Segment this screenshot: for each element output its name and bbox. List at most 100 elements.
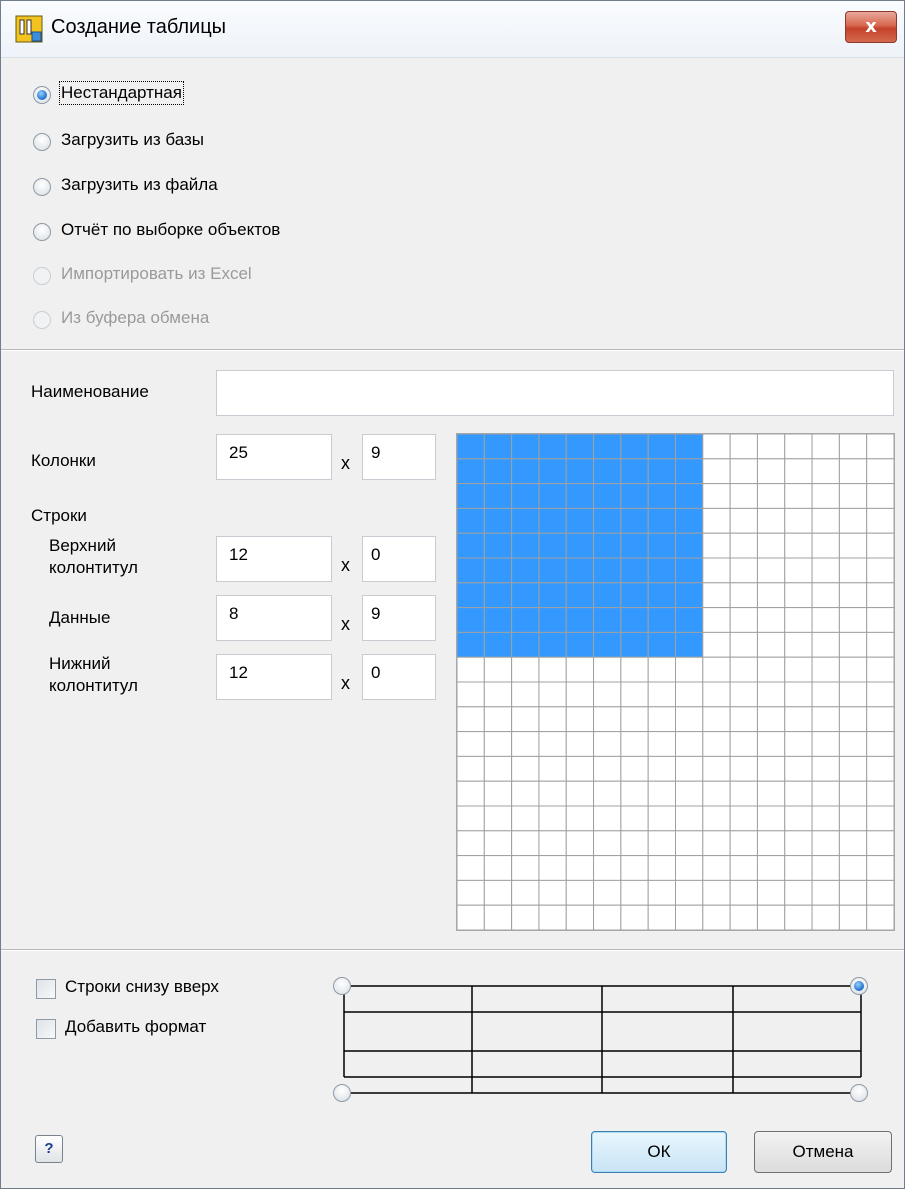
grid-cell[interactable] [457, 731, 485, 757]
grid-cell[interactable] [511, 805, 540, 832]
grid-cell-selected[interactable] [647, 631, 677, 658]
grid-cell[interactable] [483, 706, 513, 733]
grid-cell[interactable] [702, 507, 731, 534]
grid-cell[interactable] [838, 731, 868, 757]
grid-cell[interactable] [483, 855, 513, 881]
grid-cell-selected[interactable] [457, 532, 485, 559]
grid-cell[interactable] [702, 755, 731, 782]
grid-cell-selected[interactable] [457, 458, 485, 485]
corner-radio-top-right[interactable] [850, 977, 868, 995]
grid-cell[interactable] [838, 631, 868, 658]
grid-cell[interactable] [565, 855, 595, 881]
grid-cell[interactable] [784, 582, 813, 609]
grid-cell[interactable] [729, 731, 758, 757]
grid-cell[interactable] [457, 830, 485, 857]
grid-cell[interactable] [620, 755, 649, 782]
grid-cell-selected[interactable] [483, 507, 513, 534]
cancel-button[interactable]: Отмена [754, 1131, 892, 1173]
grid-cell[interactable] [811, 483, 840, 509]
grid-cell[interactable] [838, 582, 868, 609]
grid-cell[interactable] [620, 805, 649, 832]
grid-cell-selected[interactable] [565, 582, 595, 609]
grid-cell[interactable] [593, 830, 622, 857]
grid-cell[interactable] [756, 656, 786, 683]
grid-cell-selected[interactable] [511, 483, 540, 509]
grid-cell[interactable] [647, 706, 677, 733]
grid-cell[interactable] [866, 780, 894, 807]
grid-cell[interactable] [866, 483, 894, 509]
grid-cell[interactable] [811, 582, 840, 609]
grid-cell[interactable] [756, 830, 786, 857]
grid-cell-selected[interactable] [457, 557, 485, 584]
grid-cell[interactable] [593, 656, 622, 683]
grid-cell[interactable] [702, 532, 731, 559]
grid-cell-selected[interactable] [538, 434, 567, 460]
grid-cell[interactable] [620, 855, 649, 881]
grid-cell[interactable] [784, 805, 813, 832]
grid-cell[interactable] [838, 656, 868, 683]
grid-cell[interactable] [866, 434, 894, 460]
grid-cell[interactable] [647, 904, 677, 930]
grid-cell[interactable] [838, 507, 868, 534]
radio-load-from-base-label[interactable]: Загрузить из базы [61, 130, 204, 150]
grid-cell[interactable] [811, 904, 840, 930]
grid-cell-selected[interactable] [457, 631, 485, 658]
name-input[interactable] [216, 370, 894, 416]
grid-cell-selected[interactable] [511, 557, 540, 584]
grid-cell[interactable] [866, 607, 894, 633]
grid-cell[interactable] [565, 805, 595, 832]
grid-cell-selected[interactable] [675, 582, 704, 609]
grid-cell-selected[interactable] [565, 483, 595, 509]
grid-cell-selected[interactable] [620, 532, 649, 559]
grid-cell-selected[interactable] [483, 607, 513, 633]
grid-cell-selected[interactable] [457, 483, 485, 509]
grid-cell-selected[interactable] [457, 582, 485, 609]
grid-cell[interactable] [702, 483, 731, 509]
grid-cell-selected[interactable] [483, 582, 513, 609]
grid-cell[interactable] [811, 656, 840, 683]
grid-cell[interactable] [620, 830, 649, 857]
grid-cell[interactable] [483, 731, 513, 757]
grid-cell[interactable] [729, 830, 758, 857]
grid-cell-selected[interactable] [457, 434, 485, 460]
grid-cell[interactable] [565, 731, 595, 757]
grid-cell[interactable] [593, 706, 622, 733]
grid-cell[interactable] [784, 731, 813, 757]
grid-cell[interactable] [811, 434, 840, 460]
grid-cell[interactable] [729, 879, 758, 906]
grid-cell-selected[interactable] [511, 631, 540, 658]
grid-cell[interactable] [511, 879, 540, 906]
grid-cell[interactable] [729, 904, 758, 930]
grid-cell[interactable] [538, 904, 567, 930]
grid-cell[interactable] [866, 631, 894, 658]
grid-cell[interactable] [647, 879, 677, 906]
grid-cell[interactable] [811, 830, 840, 857]
grid-cell[interactable] [838, 532, 868, 559]
grid-cell[interactable] [729, 458, 758, 485]
grid-cell[interactable] [538, 706, 567, 733]
ok-button[interactable]: ОК [591, 1131, 727, 1173]
grid-cell[interactable] [729, 656, 758, 683]
grid-cell[interactable] [838, 904, 868, 930]
grid-cell-selected[interactable] [565, 557, 595, 584]
rows-bottom-up-label[interactable]: Строки снизу вверх [65, 977, 219, 997]
grid-cell-selected[interactable] [620, 434, 649, 460]
grid-cell[interactable] [593, 681, 622, 708]
grid-cell[interactable] [729, 681, 758, 708]
grid-cell[interactable] [457, 706, 485, 733]
grid-cell[interactable] [483, 755, 513, 782]
grid-cell[interactable] [538, 755, 567, 782]
data-height-input[interactable]: 8 [216, 595, 332, 641]
grid-cell[interactable] [675, 706, 704, 733]
grid-cell-selected[interactable] [511, 458, 540, 485]
footer-height-input[interactable]: 12 [216, 654, 332, 700]
grid-cell[interactable] [593, 855, 622, 881]
grid-cell[interactable] [702, 706, 731, 733]
grid-cell[interactable] [838, 458, 868, 485]
grid-cell[interactable] [756, 904, 786, 930]
grid-cell-selected[interactable] [457, 607, 485, 633]
grid-cell-selected[interactable] [593, 434, 622, 460]
grid-cell[interactable] [702, 434, 731, 460]
grid-cell[interactable] [756, 582, 786, 609]
grid-cell[interactable] [702, 805, 731, 832]
